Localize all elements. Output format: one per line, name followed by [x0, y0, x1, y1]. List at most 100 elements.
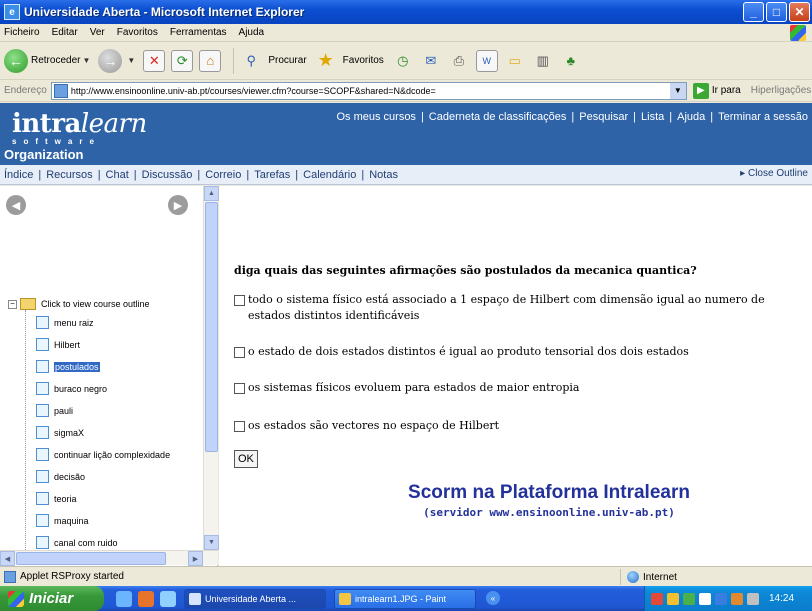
favorites-button[interactable]: ★ Favoritos — [315, 50, 384, 72]
folder-icon[interactable]: ▭ — [504, 50, 526, 72]
nav-my-courses[interactable]: Os meus cursos — [336, 111, 415, 123]
tray-messenger-icon[interactable] — [747, 592, 759, 605]
tray-antivirus-icon[interactable] — [651, 592, 663, 605]
option-checkbox[interactable] — [234, 295, 245, 306]
home-icon[interactable]: ⌂ — [199, 49, 222, 72]
nav-gradebook[interactable]: Caderneta de classificações — [429, 111, 567, 123]
back-button[interactable]: ← Retroceder ▼ — [4, 48, 90, 73]
quiz-option[interactable]: os estados são vectores no espaço de Hil… — [234, 418, 774, 434]
nav-list[interactable]: Lista — [641, 111, 664, 123]
scroll-left-icon[interactable]: ◀ — [0, 551, 15, 566]
menu-editar[interactable]: Editar — [52, 27, 78, 38]
outline-item-maquina[interactable]: maquina — [36, 514, 206, 527]
tool-tasks[interactable]: Tarefas — [254, 169, 290, 181]
menu-ajuda[interactable]: Ajuda — [239, 27, 265, 38]
go-button[interactable]: ▶ Ir para — [692, 82, 741, 99]
maximize-button[interactable]: □ — [766, 2, 787, 22]
outline-item-decisao[interactable]: decisão — [36, 470, 206, 483]
tray-network-icon[interactable] — [667, 592, 679, 605]
dropdown-arrow-icon[interactable]: ▼ — [127, 56, 135, 65]
quiz-option[interactable]: todo o sistema físico está associado a 1… — [234, 292, 774, 324]
minimize-button[interactable]: _ — [743, 2, 764, 22]
scroll-thumb[interactable] — [16, 552, 166, 565]
outline-item-postulados[interactable]: postulados — [36, 360, 206, 373]
outline-vertical-scrollbar[interactable]: ▲ ▼ — [203, 186, 219, 550]
option-checkbox[interactable] — [234, 347, 245, 358]
outline-item-buraco-negro[interactable]: buraco negro — [36, 382, 206, 395]
nav-separator: | — [197, 168, 201, 181]
promo-banner: Scorm na Plataforma Intralearn (servidor… — [349, 482, 749, 519]
nav-separator: | — [133, 168, 137, 181]
mail-icon[interactable]: ✉ — [420, 50, 442, 72]
ie-icon[interactable] — [116, 590, 132, 607]
outline-item-hilbert[interactable]: Hilbert — [36, 338, 206, 351]
tool-notes[interactable]: Notas — [369, 169, 398, 181]
task-ie[interactable]: Universidade Aberta ... — [184, 588, 326, 609]
page-icon — [36, 360, 49, 373]
tool-mail[interactable]: Correio — [205, 169, 241, 181]
forward-button[interactable]: → ▼ — [98, 48, 135, 73]
title-bar: e Universidade Aberta - Microsoft Intern… — [0, 0, 812, 24]
previous-icon[interactable]: ◀ — [6, 195, 26, 215]
menu-ver[interactable]: Ver — [90, 27, 105, 38]
print-icon[interactable]: ⎙ — [448, 50, 470, 72]
nav-separator: | — [97, 168, 101, 181]
links-label[interactable]: Hiperligações — [751, 85, 812, 96]
tray-bluetooth-icon[interactable] — [715, 592, 727, 605]
search-button[interactable]: ⚲ Procurar — [240, 50, 307, 72]
close-button[interactable]: ✕ — [789, 2, 810, 22]
office-icon[interactable] — [138, 590, 154, 607]
tray-volume-icon[interactable] — [731, 592, 743, 605]
chevron-down-icon[interactable]: ▼ — [669, 82, 686, 99]
nav-search[interactable]: Pesquisar — [579, 111, 628, 123]
scroll-up-icon[interactable]: ▲ — [204, 186, 219, 201]
address-bar: Endereço http://www.ensinoonline.univ-ab… — [0, 80, 812, 102]
outline-item-teoria[interactable]: teoria — [36, 492, 206, 505]
collapse-icon[interactable]: − — [8, 299, 17, 309]
close-outline-link[interactable]: ▸ Close Outline — [740, 168, 808, 179]
nav-help[interactable]: Ajuda — [677, 111, 705, 123]
tray-update-icon[interactable] — [699, 592, 711, 605]
quiz-option[interactable]: o estado de dois estados distintos é igu… — [234, 344, 774, 360]
word-icon[interactable]: W — [475, 49, 498, 72]
page-icon — [36, 338, 49, 351]
tool-index[interactable]: Índice — [4, 169, 33, 181]
next-icon[interactable]: ▶ — [168, 195, 188, 215]
windows-logo-icon — [790, 25, 806, 41]
ok-button[interactable]: OK — [234, 450, 258, 468]
tool-resources[interactable]: Recursos — [46, 169, 92, 181]
outline-item-menu-raiz[interactable]: menu raiz — [36, 316, 206, 329]
option-checkbox[interactable] — [234, 421, 245, 432]
outline-root[interactable]: − Click to view course outline — [8, 298, 208, 310]
menu-ferramentas[interactable]: Ferramentas — [170, 27, 227, 38]
tray-media-icon[interactable] — [683, 592, 695, 605]
outline-item-label: continuar lição complexidade — [54, 449, 171, 460]
outline-item-canal[interactable]: canal com ruido — [36, 536, 206, 549]
research-icon[interactable]: ▥ — [532, 50, 554, 72]
option-checkbox[interactable] — [234, 383, 245, 394]
menu-ficheiro[interactable]: Ficheiro — [4, 27, 40, 38]
address-input[interactable]: http://www.ensinoonline.univ-ab.pt/cours… — [50, 81, 687, 100]
stop-icon[interactable]: ✕ — [143, 49, 166, 72]
scroll-right-icon[interactable]: ▶ — [188, 551, 203, 566]
dropdown-arrow-icon[interactable]: ▼ — [82, 56, 90, 65]
outline-item-continuar[interactable]: continuar lição complexidade — [36, 448, 206, 461]
outline-horizontal-scrollbar[interactable]: ◀ ▶ — [0, 550, 218, 566]
tool-discussion[interactable]: Discussão — [142, 169, 193, 181]
tool-chat[interactable]: Chat — [106, 169, 129, 181]
quiz-option[interactable]: os sistemas físicos evoluem para estados… — [234, 380, 774, 396]
tool-calendar[interactable]: Calendário — [303, 169, 356, 181]
scroll-thumb[interactable] — [205, 202, 218, 452]
show-hidden-icons-icon[interactable]: « — [486, 591, 500, 605]
messenger-icon[interactable] — [160, 590, 176, 607]
start-button[interactable]: Iniciar — [0, 586, 104, 611]
messenger-icon[interactable]: ♣ — [560, 50, 582, 72]
history-icon[interactable]: ◷ — [392, 50, 414, 72]
scroll-down-icon[interactable]: ▼ — [204, 535, 219, 550]
task-paint[interactable]: intralearn1.JPG - Paint — [334, 588, 476, 609]
outline-item-pauli[interactable]: pauli — [36, 404, 206, 417]
nav-logout[interactable]: Terminar a sessão — [718, 111, 808, 123]
menu-favoritos[interactable]: Favoritos — [117, 27, 158, 38]
outline-item-sigmax[interactable]: sigmaX — [36, 426, 206, 439]
refresh-icon[interactable]: ⟳ — [171, 49, 194, 72]
